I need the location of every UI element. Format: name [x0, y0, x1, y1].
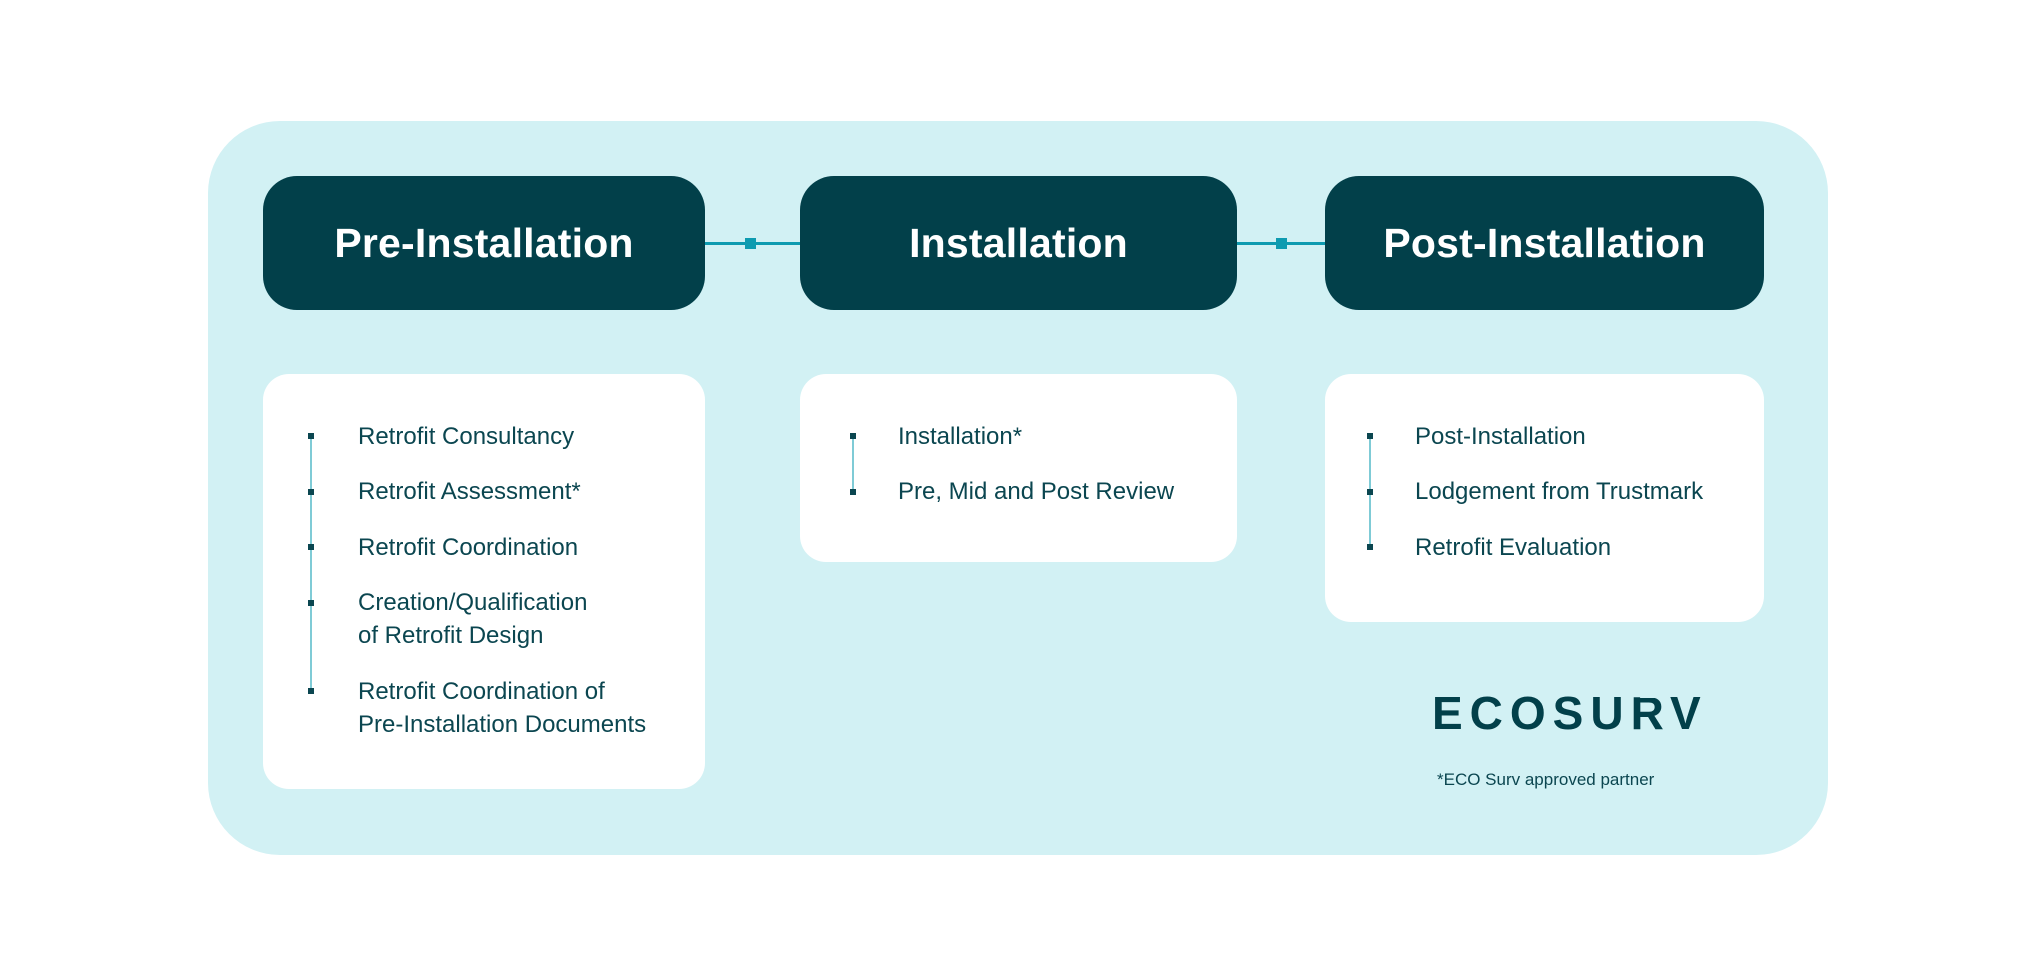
- timeline-rail: [310, 436, 312, 691]
- stage-label: Pre-Installation: [334, 219, 634, 266]
- card-installation: [800, 374, 1237, 562]
- connector-node-icon: [1276, 238, 1287, 249]
- bullet-icon: [308, 688, 314, 694]
- list-item: Pre, Mid and Post Review: [898, 478, 1175, 505]
- list-item: Retrofit Consultancy: [358, 422, 575, 450]
- list-item: Installation*: [898, 422, 1023, 450]
- stage-label: Installation: [909, 219, 1128, 266]
- ecosurv-logo: ECOSURV: [1432, 687, 1708, 739]
- stage-label: Post-Installation: [1383, 219, 1706, 266]
- stage-post-installation: Post-Installation: [1325, 176, 1764, 310]
- bullet-icon: [308, 599, 314, 606]
- bullet-icon: [1367, 544, 1373, 550]
- logo-accent-mark: [1639, 694, 1663, 698]
- bullet-icon: [308, 488, 314, 495]
- bullet-icon: [850, 433, 856, 439]
- footnote: *ECO Surv approved partner: [1437, 770, 1655, 789]
- stage-pre-installation: Pre-Installation: [263, 176, 705, 310]
- timeline-rail: [852, 436, 854, 492]
- list-item: Lodgement from Trustmark: [1415, 478, 1704, 505]
- bullet-icon: [850, 488, 856, 495]
- list-item: Post-Installation: [1415, 422, 1586, 450]
- list-item: Pre-Installation Documents: [358, 710, 647, 738]
- bullet-icon: [1367, 433, 1373, 439]
- bullet-icon: [1367, 488, 1373, 495]
- list-item: Retrofit Evaluation: [1415, 533, 1612, 561]
- list-item: Retrofit Coordination of: [358, 677, 605, 705]
- connector-node-icon: [745, 238, 756, 249]
- list-item: of Retrofit Design: [358, 622, 544, 649]
- bullet-icon: [308, 433, 314, 439]
- list-item: Retrofit Coordination: [358, 533, 579, 561]
- stage-installation: Installation: [800, 176, 1237, 310]
- list-item: Retrofit Assessment*: [358, 478, 581, 505]
- bullet-icon: [308, 544, 314, 550]
- list-item: Creation/Qualification: [358, 589, 588, 616]
